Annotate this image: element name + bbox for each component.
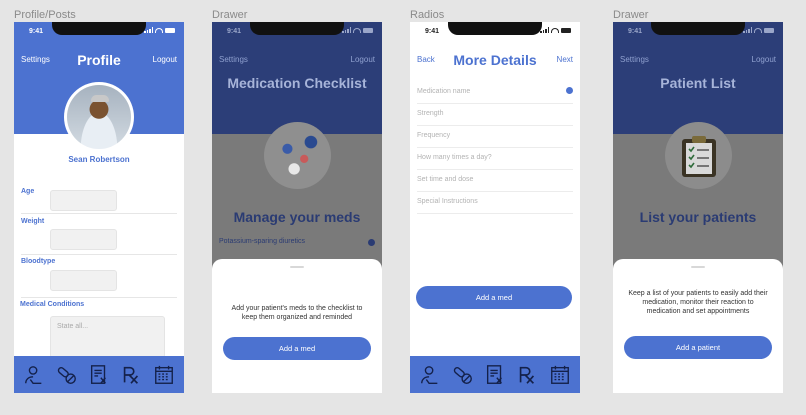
- frame-title-drawer-patients: Drawer: [613, 9, 649, 21]
- add-patient-button[interactable]: Add a patient: [624, 336, 772, 359]
- battery-icon: [764, 27, 774, 33]
- user-icon[interactable]: [22, 363, 46, 387]
- wifi-icon: [551, 27, 559, 33]
- battery-icon: [165, 27, 175, 33]
- med-list-item[interactable]: Potassium-sparing diuretics: [219, 238, 305, 245]
- pills-icon[interactable]: [451, 363, 475, 387]
- field-label: Strength: [417, 110, 444, 117]
- next-link[interactable]: Next: [557, 55, 573, 64]
- status-bar: 9:41: [212, 22, 382, 38]
- bloodtype-input[interactable]: [50, 270, 117, 291]
- field-label: Set time and dose: [417, 176, 474, 183]
- sheet-handle[interactable]: [290, 266, 304, 268]
- wifi-icon: [353, 27, 361, 33]
- status-time: 9:41: [227, 28, 242, 35]
- radio-dot[interactable]: [368, 239, 375, 246]
- bloodtype-label: Bloodtype: [21, 258, 56, 265]
- prescription-doc-icon[interactable]: [483, 363, 507, 387]
- wifi-icon: [155, 27, 163, 33]
- special-instructions-field[interactable]: Special Instructions: [417, 192, 573, 214]
- signal-icon: [144, 27, 153, 33]
- bottom-sheet: Add your patient's meds to the checklist…: [212, 259, 382, 393]
- logout-link[interactable]: Logout: [752, 55, 776, 64]
- status-time: 9:41: [628, 28, 643, 35]
- sheet-handle[interactable]: [691, 266, 705, 268]
- time-dose-field[interactable]: Set time and dose: [417, 170, 573, 192]
- signal-icon: [342, 27, 351, 33]
- settings-link[interactable]: Settings: [620, 55, 649, 64]
- clipboard-icon: [665, 122, 732, 189]
- logout-link[interactable]: Logout: [351, 55, 375, 64]
- status-bar: 9:41: [14, 22, 184, 38]
- status-time: 9:41: [425, 28, 440, 35]
- wifi-icon: [754, 27, 762, 33]
- frame-title-profile: Profile/Posts: [14, 9, 76, 21]
- profile-photo: [67, 85, 131, 149]
- rx-icon[interactable]: [119, 363, 143, 387]
- medical-conditions-input[interactable]: State all...: [50, 316, 165, 358]
- page-title: Medication Checklist: [227, 75, 367, 91]
- battery-icon: [561, 27, 571, 33]
- tab-bar: [410, 356, 580, 393]
- pills-icon[interactable]: [55, 363, 79, 387]
- add-med-button[interactable]: Add a med: [223, 337, 371, 360]
- page-title: Patient List: [660, 75, 736, 91]
- weight-label: Weight: [21, 218, 45, 225]
- patients-drawer-screen: 9:41 Settings Logout Patient List List y…: [613, 22, 783, 393]
- status-bar: 9:41: [410, 22, 580, 38]
- rx-icon[interactable]: [515, 363, 539, 387]
- sheet-description: Add your patient's meds to the checklist…: [231, 305, 363, 321]
- user-icon[interactable]: [418, 363, 442, 387]
- status-bar: 9:41: [613, 22, 783, 38]
- notch: [250, 22, 344, 35]
- prescription-doc-icon[interactable]: [87, 363, 111, 387]
- notch: [52, 22, 146, 35]
- field-label: Special Instructions: [417, 198, 478, 205]
- tab-bar: [14, 356, 184, 393]
- frequency-field[interactable]: Frequency: [417, 126, 573, 148]
- page-title: More Details: [453, 52, 537, 68]
- field-label: How many times a day?: [417, 154, 492, 161]
- calendar-icon[interactable]: [548, 363, 572, 387]
- avatar[interactable]: [64, 82, 134, 152]
- profile-screen: 9:41 Settings Profile Logout Sean Robert…: [14, 22, 184, 393]
- pills-photo: [264, 122, 331, 189]
- medication-name-field[interactable]: Medication name: [417, 82, 573, 104]
- meds-drawer-screen: 9:41 Settings Logout Medication Checklis…: [212, 22, 382, 393]
- signal-icon: [540, 27, 549, 33]
- divider: [21, 213, 177, 214]
- weight-input[interactable]: [50, 229, 117, 250]
- section-heading: List your patients: [639, 209, 757, 225]
- medical-conditions-label: Medical Conditions: [20, 301, 85, 308]
- divider: [21, 297, 177, 298]
- status-time: 9:41: [29, 28, 44, 35]
- radio-selected[interactable]: [566, 87, 573, 94]
- profile-name: Sean Robertson: [68, 155, 130, 164]
- field-label: Medication name: [417, 88, 471, 95]
- frame-title-radios: Radios: [410, 9, 445, 21]
- sheet-description: Keep a list of your patients to easily a…: [628, 290, 768, 315]
- logout-link[interactable]: Logout: [153, 55, 177, 64]
- age-input[interactable]: [50, 190, 117, 211]
- age-label: Age: [21, 188, 35, 195]
- signal-icon: [743, 27, 752, 33]
- bottom-sheet: Keep a list of your patients to easily a…: [613, 259, 783, 393]
- add-med-button[interactable]: Add a med: [416, 286, 572, 309]
- notch: [651, 22, 745, 35]
- details-screen: 9:41 Back More Details Next Medication n…: [410, 22, 580, 393]
- times-per-day-field[interactable]: How many times a day?: [417, 148, 573, 170]
- divider: [21, 254, 177, 255]
- calendar-icon[interactable]: [152, 363, 176, 387]
- notch: [448, 22, 542, 35]
- battery-icon: [363, 27, 373, 33]
- section-heading: Manage your meds: [233, 209, 361, 225]
- frame-title-drawer-meds: Drawer: [212, 9, 248, 21]
- field-label: Frequency: [417, 132, 451, 139]
- strength-field[interactable]: Strength: [417, 104, 573, 126]
- settings-link[interactable]: Settings: [219, 55, 248, 64]
